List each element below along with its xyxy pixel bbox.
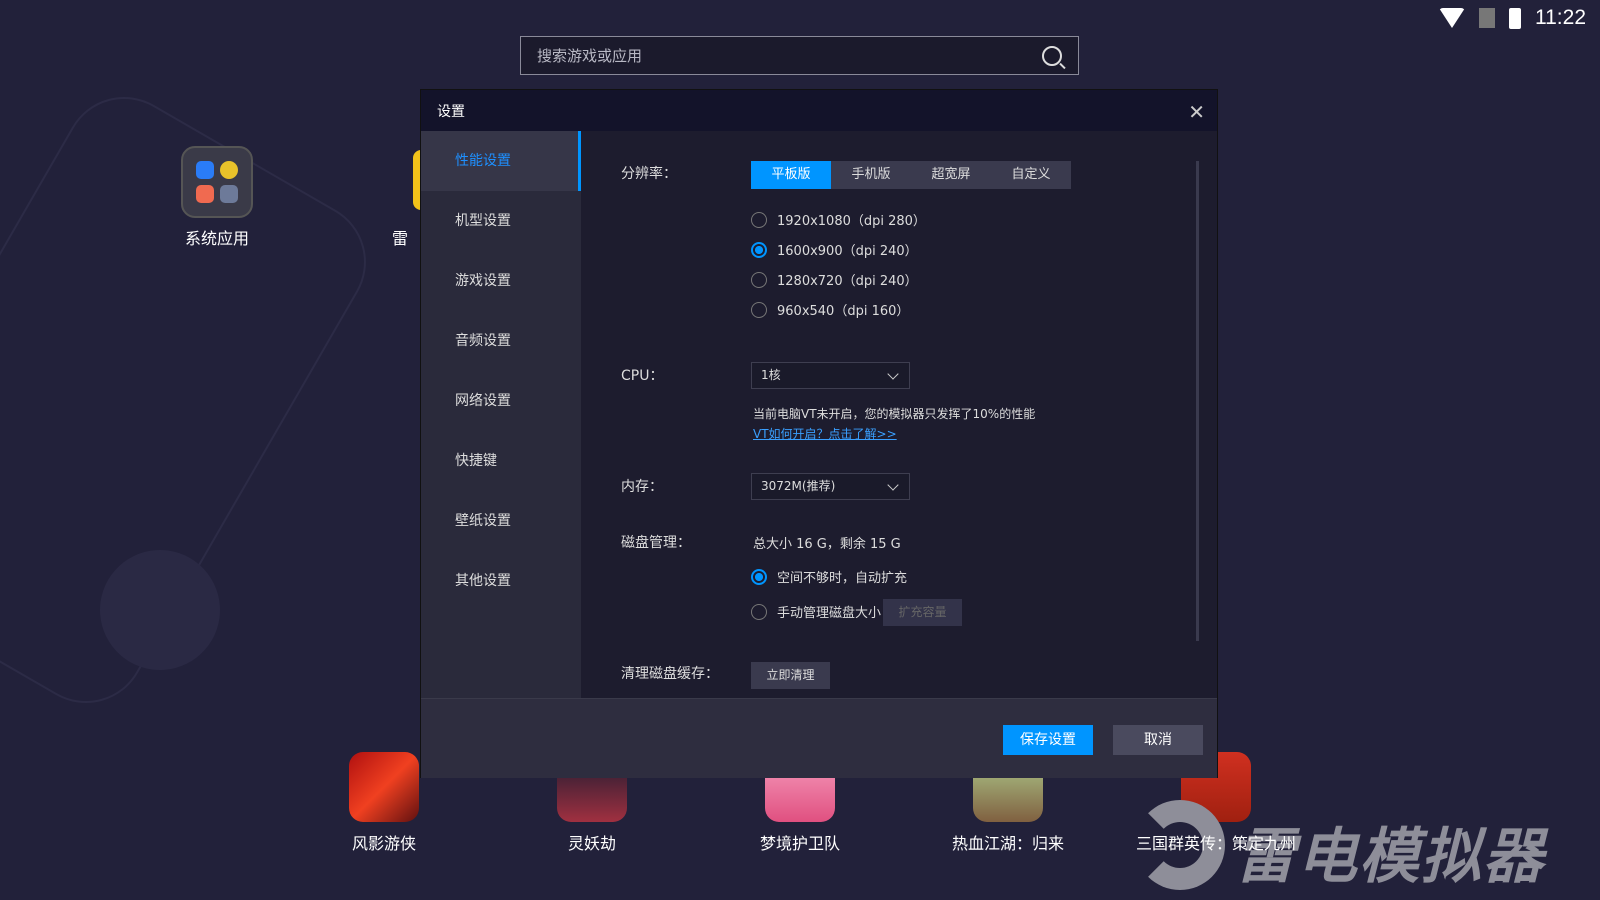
- sidebar-item-audio[interactable]: 音频设置: [421, 311, 581, 371]
- option-label: 1280x720（dpi 240）: [777, 274, 918, 289]
- no-sim-icon: [1479, 8, 1495, 28]
- radio-icon[interactable]: [751, 211, 767, 228]
- dialog-footer: 保存设置 取消: [421, 698, 1217, 778]
- settings-dialog: 设置 ✕ 性能设置 机型设置 游戏设置 音频设置 网络设置 快捷键 壁纸设置 其…: [420, 89, 1218, 778]
- resolution-option[interactable]: 1920x1080（dpi 280）: [751, 210, 926, 229]
- app-label: 灵妖劫: [567, 834, 616, 853]
- system-apps-folder[interactable]: [181, 146, 253, 218]
- sidebar-item-model[interactable]: 机型设置: [421, 191, 581, 251]
- resolution-option[interactable]: 1280x720（dpi 240）: [751, 270, 918, 289]
- disk-manual-option[interactable]: 手动管理磁盘大小: [751, 602, 881, 621]
- resolution-option[interactable]: 960x540（dpi 160）: [751, 300, 909, 319]
- sidebar-item-wallpaper[interactable]: 壁纸设置: [421, 491, 581, 551]
- clear-cache-label: 清理磁盘缓存：: [621, 666, 719, 682]
- search-icon[interactable]: [1042, 45, 1062, 66]
- resolution-label: 分辨率：: [621, 166, 677, 182]
- close-icon[interactable]: ✕: [1188, 100, 1205, 124]
- settings-content: 分辨率： 平板版 手机版 超宽屏 自定义 1920x1080（dpi 280） …: [581, 131, 1219, 698]
- vt-help-link[interactable]: VT如何开启？点击了解>>: [753, 425, 897, 442]
- wifi-icon: [1439, 8, 1465, 28]
- tab-custom[interactable]: 自定义: [991, 161, 1071, 189]
- option-label: 960x540（dpi 160）: [777, 304, 910, 319]
- memory-select[interactable]: 3072M(推荐): [751, 473, 910, 500]
- search-input[interactable]: 搜索游戏或应用: [520, 36, 1079, 75]
- app-label: 风影游侠: [351, 834, 416, 853]
- tab-ultrawide[interactable]: 超宽屏: [911, 161, 991, 189]
- radio-icon[interactable]: [751, 271, 767, 288]
- sidebar-item-game[interactable]: 游戏设置: [421, 251, 581, 311]
- memory-label: 内存：: [621, 479, 663, 495]
- disk-info: 总大小 16 G，剩余 15 G: [753, 537, 901, 552]
- folder-label: 系统应用: [184, 229, 249, 248]
- option-label: 1920x1080（dpi 280）: [777, 214, 926, 229]
- vt-hint: 当前电脑VT未开启，您的模拟器只发挥了10%的性能: [753, 407, 1036, 421]
- resolution-tabs: 平板版 手机版 超宽屏 自定义: [751, 161, 1071, 189]
- cancel-button[interactable]: 取消: [1113, 725, 1203, 755]
- radio-checked-icon[interactable]: [751, 568, 767, 585]
- radio-icon[interactable]: [751, 603, 767, 620]
- option-label: 空间不够时，自动扩充: [777, 571, 908, 586]
- resolution-option[interactable]: 1600x900（dpi 240）: [751, 240, 918, 259]
- search-placeholder: 搜索游戏或应用: [537, 47, 643, 65]
- sidebar-item-performance[interactable]: 性能设置: [421, 131, 581, 191]
- radio-icon[interactable]: [751, 301, 767, 318]
- cpu-label: CPU：: [621, 368, 664, 384]
- cpu-select[interactable]: 1核: [751, 362, 910, 389]
- app-label: 梦境护卫队: [759, 834, 840, 853]
- scrollbar[interactable]: [1196, 161, 1199, 641]
- clear-now-button[interactable]: 立即清理: [751, 662, 830, 689]
- battery-charging-icon: [1509, 7, 1521, 29]
- disk-label: 磁盘管理：: [621, 535, 691, 551]
- save-button[interactable]: 保存设置: [1003, 725, 1093, 755]
- tab-tablet[interactable]: 平板版: [751, 161, 831, 189]
- radio-checked-icon[interactable]: [751, 241, 767, 258]
- expand-capacity-button[interactable]: 扩充容量: [883, 599, 962, 626]
- tab-phone[interactable]: 手机版: [831, 161, 911, 189]
- dialog-title: 设置: [437, 103, 465, 120]
- settings-sidebar: 性能设置 机型设置 游戏设置 音频设置 网络设置 快捷键 壁纸设置 其他设置: [421, 131, 581, 698]
- sidebar-item-shortcuts[interactable]: 快捷键: [421, 431, 581, 491]
- clock: 11:22: [1535, 6, 1586, 29]
- option-label: 1600x900（dpi 240）: [777, 244, 918, 259]
- app-label: 热血江湖：归来: [951, 834, 1064, 853]
- sidebar-item-network[interactable]: 网络设置: [421, 371, 581, 431]
- sidebar-item-other[interactable]: 其他设置: [421, 551, 581, 611]
- disk-auto-option[interactable]: 空间不够时，自动扩充: [751, 567, 907, 586]
- option-label: 手动管理磁盘大小: [777, 606, 882, 621]
- app-icon[interactable]: [349, 752, 419, 822]
- status-bar: 11:22: [1439, 6, 1586, 30]
- app-label: 三国群英传：策定九州: [1135, 834, 1296, 853]
